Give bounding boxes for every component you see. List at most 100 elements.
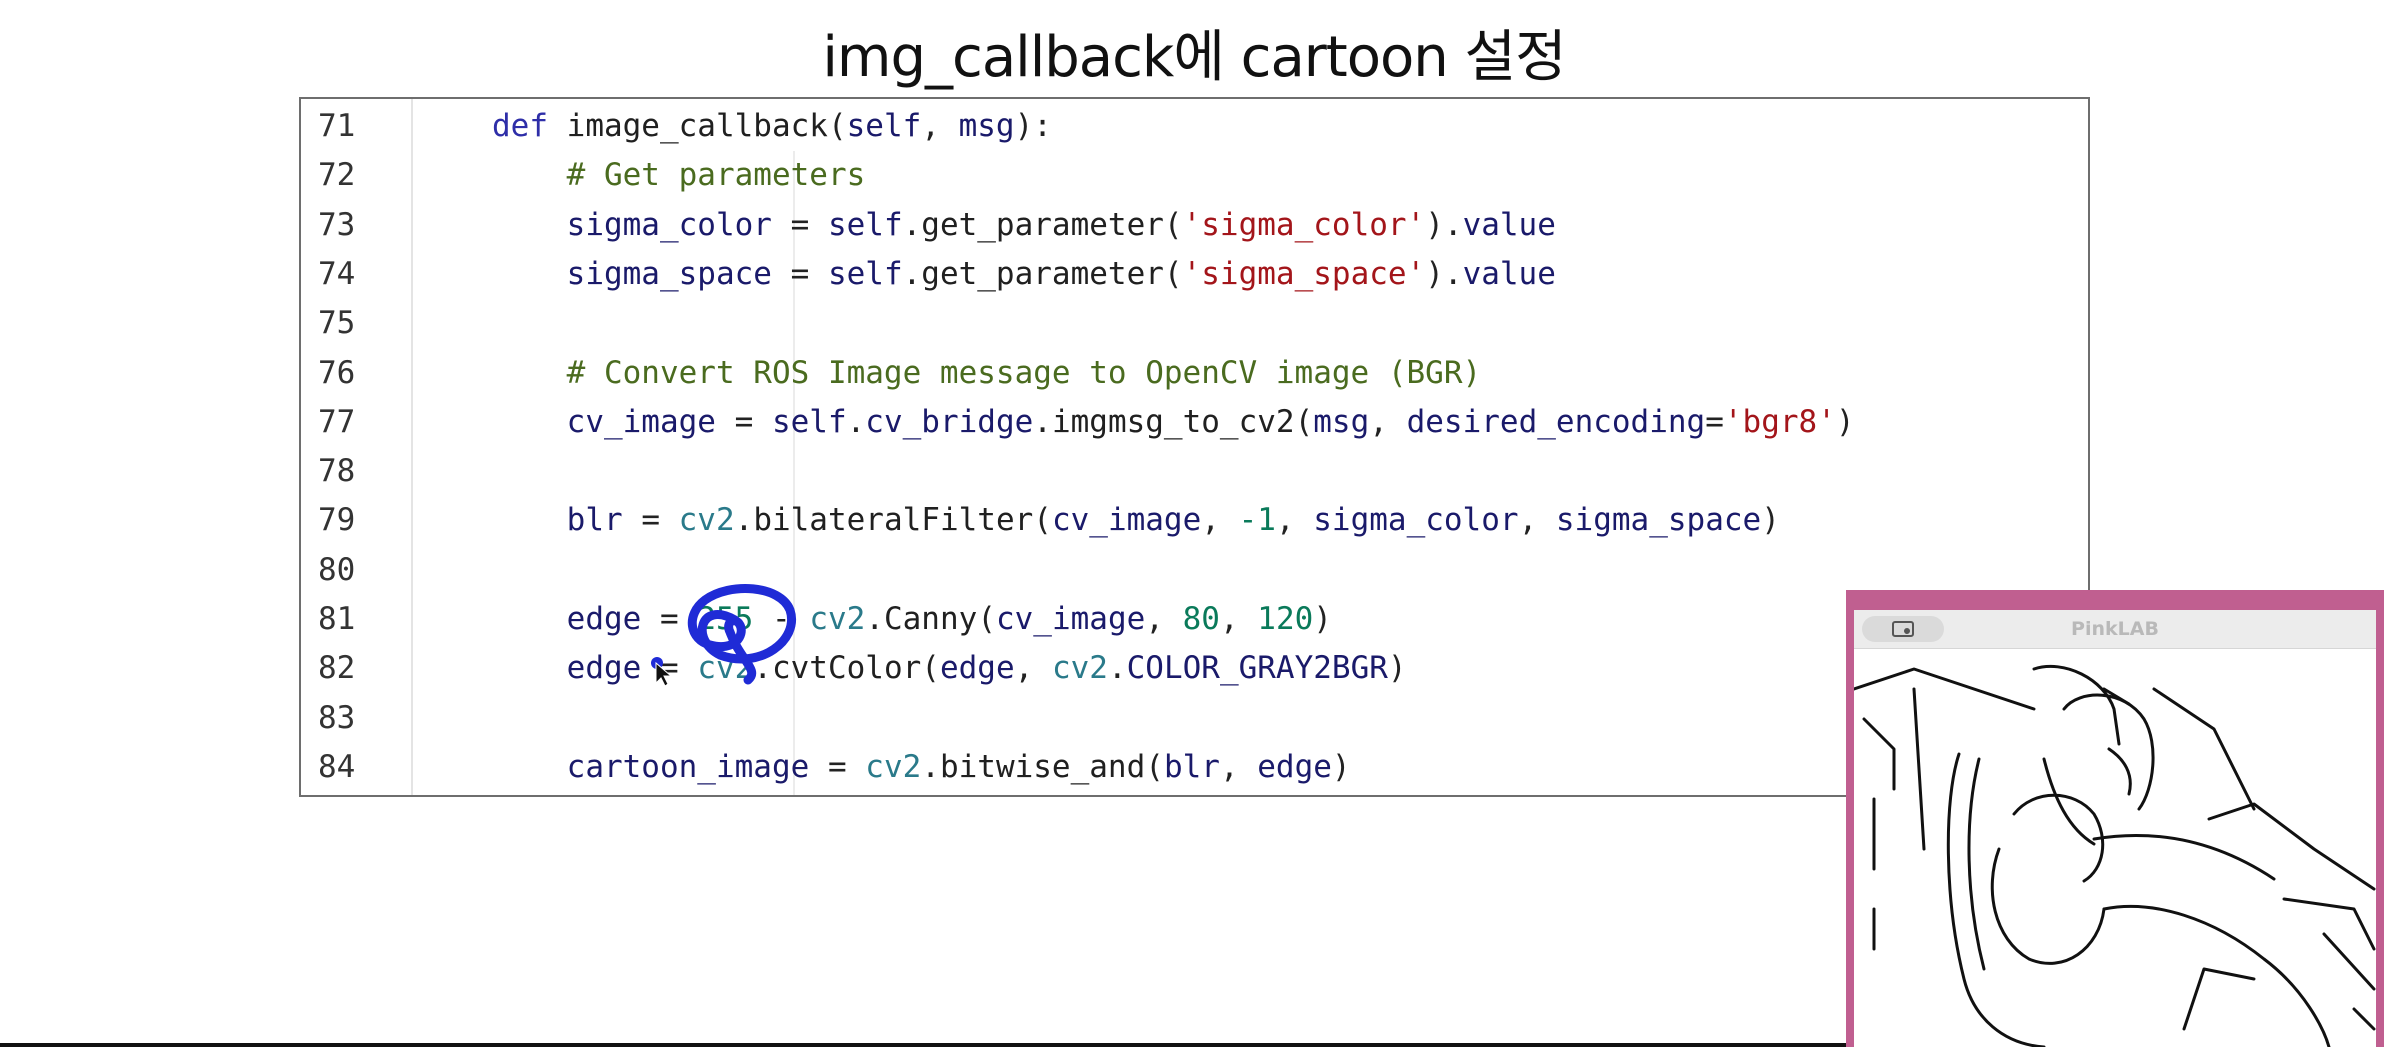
code-token: cartoon_image: [492, 748, 828, 785]
line-number: 77: [318, 403, 356, 440]
code-token: .: [902, 255, 922, 292]
code-token: ,: [921, 108, 959, 144]
code-token: ,: [1518, 502, 1556, 539]
code-token: .: [902, 206, 922, 243]
code-token: ): [1313, 601, 1332, 637]
code-token: imgmsg_to_cv2: [1051, 403, 1295, 440]
code-token: value: [1462, 206, 1556, 243]
code-text: edge = cv2.cvtColor(edge, cv2.COLOR_GRAY…: [492, 644, 1407, 693]
code-token: get_parameter: [921, 206, 1164, 243]
code-token: image_callback: [566, 108, 828, 144]
code-text: cv_image = self.cv_bridge.imgmsg_to_cv2(…: [492, 398, 1855, 447]
code-text: blr = cv2.bilateralFilter(cv_image, -1, …: [492, 496, 1780, 545]
code-token: =: [659, 601, 698, 637]
line-number: 80: [318, 551, 356, 588]
line-number: 78: [318, 453, 356, 490]
code-token: blr: [492, 502, 642, 539]
code-token: ).: [1425, 255, 1463, 292]
code-token: edge: [939, 650, 1015, 687]
code-line: 71 def image_callback(self, msg):: [301, 102, 2088, 151]
code-token: # Convert ROS Image message to OpenCV im…: [492, 354, 1482, 391]
code-token: ,: [1275, 502, 1314, 539]
code-token: .: [753, 650, 772, 687]
code-line: 80: [301, 546, 2088, 595]
code-token: sigma_space: [492, 255, 791, 292]
code-token: desired_encoding: [1406, 403, 1706, 440]
camera-feed-image: [1854, 649, 2376, 1047]
code-token: ):: [1014, 108, 1052, 144]
code-token: bitwise_and: [939, 748, 1146, 785]
line-number: 71: [318, 108, 356, 144]
slide-title: img_callback에 cartoon 설정: [822, 25, 1566, 90]
code-line: 83: [301, 694, 2088, 743]
code-token: edge: [492, 650, 660, 687]
code-token: ,: [1145, 601, 1183, 637]
code-line: 78: [301, 447, 2088, 496]
code-token: cv_image: [995, 601, 1146, 637]
code-token: self: [827, 206, 903, 243]
code-editor: 71 def image_callback(self, msg): 72 # Get…: [299, 97, 2090, 797]
code-token: # Get parameters: [492, 157, 866, 194]
code-line: 84 cartoon_image = cv2.bitwise_and(blr, …: [301, 743, 2088, 792]
code-token: cv_image: [1051, 502, 1202, 539]
code-token: =: [734, 403, 772, 440]
code-text: sigma_color = self.get_parameter('sigma_…: [492, 201, 1556, 250]
code-token: ): [1835, 403, 1855, 440]
code-token: self: [846, 108, 922, 144]
code-token: (: [827, 108, 847, 144]
code-token: ).: [1425, 206, 1463, 243]
code-line: 82 edge = cv2.cvtColor(edge, cv2.COLOR_G…: [301, 644, 2088, 693]
code-token: ,: [1014, 650, 1052, 687]
code-token: cv2: [678, 502, 735, 539]
code-token: cv2: [1051, 650, 1108, 687]
code-token: msg: [958, 108, 1015, 144]
code-token: =: [659, 650, 698, 687]
code-token: ,: [1369, 403, 1407, 440]
code-token: 255: [697, 601, 754, 637]
code-token: sigma_space: [1555, 502, 1762, 539]
code-token: .: [921, 748, 940, 785]
code-token: def: [492, 108, 567, 144]
code-token: cv_image: [492, 403, 735, 440]
code-token: ,: [1219, 601, 1258, 637]
code-token: cv2: [697, 650, 754, 687]
code-line: 77 cv_image = self.cv_bridge.imgmsg_to_c…: [301, 398, 2088, 447]
code-line: 72 # Get parameters: [301, 151, 2088, 200]
code-text: edge = 255 - cv2.Canny(cv_image, 80, 120…: [492, 595, 1332, 644]
line-number: 82: [318, 650, 356, 687]
code-token: =: [790, 255, 828, 292]
code-token: COLOR_GRAY2BGR: [1126, 650, 1388, 687]
video-window-title: PinkLAB: [2071, 618, 2159, 640]
code-token: (: [977, 601, 996, 637]
code-token: -1: [1238, 502, 1276, 539]
code-token: edge: [492, 601, 660, 637]
video-titlebar[interactable]: PinkLAB: [1854, 610, 2376, 649]
code-token: (: [1163, 255, 1183, 292]
edge-image-drawing: [1854, 664, 2376, 1047]
code-token: cvtColor: [771, 650, 922, 687]
line-number: 81: [318, 601, 356, 637]
code-token: cv2: [865, 748, 922, 785]
code-token: .: [1107, 650, 1127, 687]
code-line: 76 # Convert ROS Image message to OpenCV…: [301, 349, 2088, 398]
code-token: self: [771, 403, 847, 440]
code-token: -: [753, 601, 810, 637]
code-token: blr: [1163, 748, 1220, 785]
video-window[interactable]: PinkLAB: [1846, 590, 2384, 1047]
line-number: 83: [318, 699, 356, 736]
code-token: (: [1163, 206, 1183, 243]
code-token: (: [1145, 748, 1164, 785]
video-window-body: PinkLAB: [1854, 610, 2376, 1047]
code-token: =: [641, 502, 679, 539]
code-token: 80: [1182, 601, 1220, 637]
line-number: 79: [318, 502, 356, 539]
code-token: ): [1761, 502, 1780, 539]
code-token: 'bgr8': [1723, 403, 1836, 440]
bottom-divider: [0, 1043, 1846, 1047]
code-token: sigma_color: [1313, 502, 1519, 539]
code-line: 75: [301, 299, 2088, 348]
code-token: self: [827, 255, 903, 292]
code-token: ): [1331, 748, 1351, 785]
code-token: cv2: [809, 601, 866, 637]
code-token: 'sigma_color': [1182, 206, 1426, 243]
